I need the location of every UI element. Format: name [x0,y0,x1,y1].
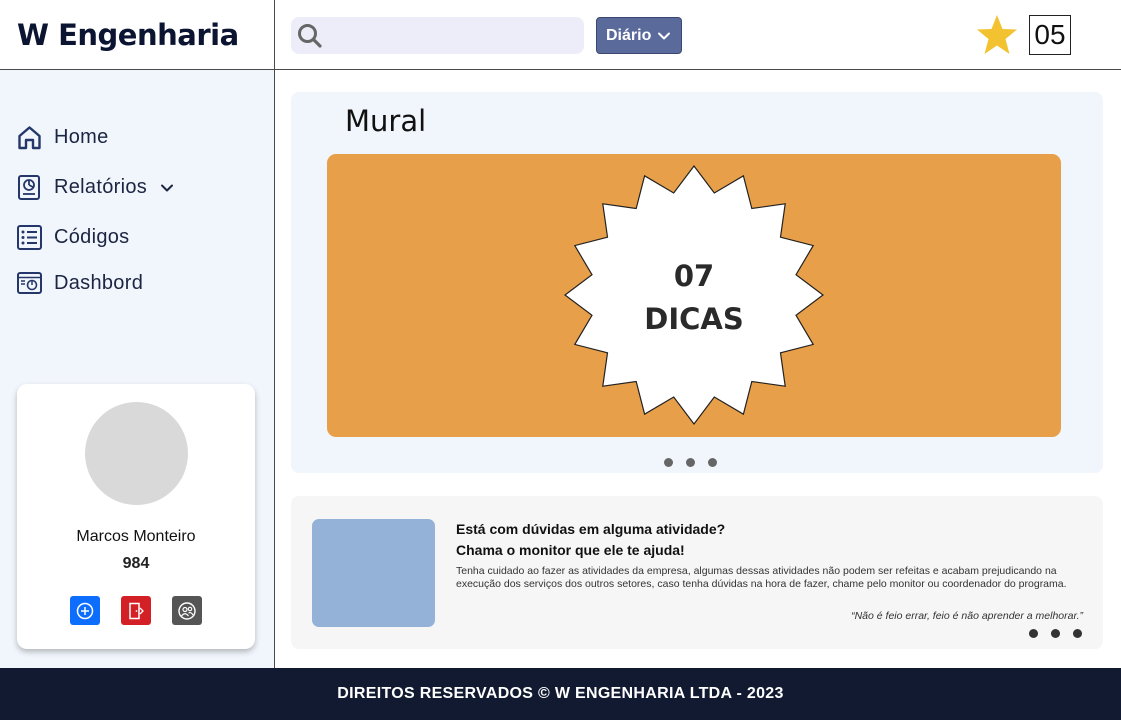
footer-text: DIREITOS RESERVADOS © W ENGENHARIA LTDA … [337,685,784,702]
list-icon [16,224,43,251]
tips-carousel-dots [1029,629,1082,638]
carousel-dot[interactable] [1051,629,1060,638]
profile-id: 984 [122,555,150,572]
home-icon [16,124,43,151]
tips-image [312,519,435,627]
users-button[interactable] [172,596,202,625]
brand-name: W Engenharia [17,17,239,52]
tips-card: Está com dúvidas em alguma atividade? Ch… [291,496,1103,649]
mural-carousel-dots [664,458,717,467]
sidebar-item-home[interactable]: Home [16,124,109,151]
logout-button[interactable] [121,596,151,625]
sidebar-item-label: Relatórios [54,176,148,198]
mural-title: Mural [345,104,427,138]
top-bar: Diário 05 [275,0,1121,70]
profile-card: Marcos Monteiro 984 [17,384,255,649]
sidebar-item-label: Home [54,126,109,148]
chevron-down-icon[interactable] [160,181,174,195]
sidebar-item-dashboard[interactable]: Dashbord [16,270,143,297]
report-icon [16,174,43,201]
period-select[interactable]: Diário [596,17,682,54]
tips-banner[interactable]: 07 DICAS [327,154,1061,437]
sidebar: Home Relatórios Códigos Dashbord Marcos … [0,70,275,668]
add-button[interactable] [70,596,100,625]
search-input[interactable] [329,23,577,48]
mural-panel: Mural 07 DICAS [291,92,1103,473]
banner-text: 07 DICAS [563,255,825,341]
star-icon[interactable] [975,13,1019,57]
carousel-dot[interactable] [686,458,695,467]
carousel-dot[interactable] [664,458,673,467]
sidebar-item-relatorios[interactable]: Relatórios [16,174,174,201]
logout-icon [129,602,144,619]
brand-logo[interactable]: W Engenharia [0,0,275,70]
carousel-dot[interactable] [708,458,717,467]
profile-name: Marcos Monteiro [76,528,196,545]
search-box[interactable] [291,17,584,54]
chevron-down-icon [658,32,671,39]
avatar[interactable] [85,402,188,505]
sidebar-item-label: Dashbord [54,272,144,294]
carousel-dot[interactable] [1029,629,1038,638]
add-icon [76,602,94,619]
score-counter: 05 [1029,15,1071,55]
users-icon [178,601,196,620]
sidebar-item-label: Códigos [54,226,130,248]
tips-quote: “Não é feio errar, feio é não aprender a… [851,610,1083,622]
tips-body: Tenha cuidado ao fazer as atividades da … [456,565,1067,590]
banner-number: 07 [673,259,715,293]
dashboard-icon [16,270,43,297]
search-icon [298,24,322,48]
carousel-dot[interactable] [1073,629,1082,638]
sidebar-item-codigos[interactable]: Códigos [16,224,129,251]
banner-word: DICAS [644,302,744,336]
tips-subquestion: Chama o monitor que ele te ajuda! [456,542,685,558]
period-label: Diário [606,26,652,44]
footer: DIREITOS RESERVADOS © W ENGENHARIA LTDA … [0,668,1121,720]
tips-question: Está com dúvidas em alguma atividade? [456,521,726,537]
